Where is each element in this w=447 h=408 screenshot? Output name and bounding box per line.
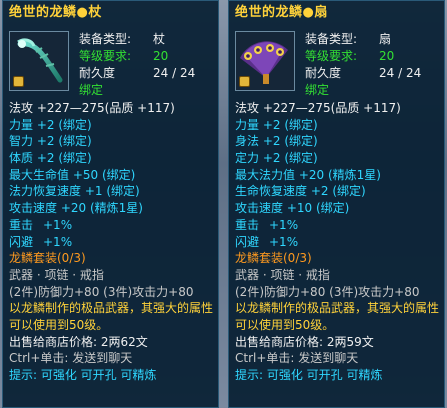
lock-icon <box>13 76 24 87</box>
set-items: 武器 · 项链 · 戒指 <box>235 267 330 282</box>
level-label: 等级要求: <box>79 49 132 63</box>
crit-value: +1% <box>269 217 299 232</box>
dodge-value: +1% <box>43 234 73 249</box>
magic-attack: 法攻 +227—275(品质 +117) <box>235 101 401 115</box>
item-title: 绝世的龙鳞●杖 <box>9 5 102 20</box>
item-title: 绝世的龙鳞●扇 <box>235 5 328 20</box>
type-label: 装备类型: <box>305 32 358 46</box>
stat-line: 体质 +2 (绑定) <box>9 151 92 166</box>
stat-line: 最大生命值 +50 (绑定) <box>9 167 136 182</box>
dodge-label: 闪避 <box>9 234 34 249</box>
level-label: 等级要求: <box>305 49 358 63</box>
bound-status: 绑定 <box>79 83 104 97</box>
item-tooltip-fan: 绝世的龙鳞●扇 装备类型: 扇 等级要求: 20 耐久度 24 / 24 绑定 … <box>228 0 445 408</box>
set-name: 龙鳞套装(0/3) <box>235 251 312 266</box>
durability-value: 24 / 24 <box>379 66 422 80</box>
durability-label: 耐久度 <box>79 66 116 80</box>
lock-icon <box>239 76 250 87</box>
type-value: 扇 <box>379 32 392 46</box>
crit-label: 重击 <box>9 217 34 232</box>
set-name: 龙鳞套装(0/3) <box>9 251 86 266</box>
stat-line: 攻击速度 +10 (绑定) <box>235 201 350 216</box>
stat-line: 法力恢复速度 +1 (绑定) <box>9 184 140 199</box>
ctrl-click-hint: Ctrl+单击: 发送到聊天 <box>235 351 359 366</box>
magic-attack: 法攻 +227—275(品质 +117) <box>9 101 175 115</box>
stat-line: 定力 +2 (绑定) <box>235 151 318 166</box>
item-description: 以龙鳞制作的极品武器，其强大的属性可以使用到50级。 <box>9 301 214 332</box>
stat-line: 生命恢复速度 +2 (绑定) <box>235 184 366 199</box>
level-value: 20 <box>153 49 169 63</box>
durability-label: 耐久度 <box>305 66 342 80</box>
sell-price: 出售给商店价格: 2两59文 <box>235 334 374 349</box>
level-value: 20 <box>379 49 395 63</box>
sell-price: 出售给商店价格: 2两62文 <box>9 334 148 349</box>
ctrl-click-hint: Ctrl+单击: 发送到聊天 <box>9 351 133 366</box>
stat-line: 智力 +2 (绑定) <box>9 134 92 149</box>
fan-item-icon <box>235 31 295 91</box>
bound-status: 绑定 <box>305 83 330 97</box>
item-description: 以龙鳞制作的极品武器，其强大的属性可以使用到50级。 <box>235 301 440 332</box>
tip-line: 提示: 可强化 可开孔 可精炼 <box>235 368 383 383</box>
stat-line: 力量 +2 (绑定) <box>235 117 318 132</box>
tip-line: 提示: 可强化 可开孔 可精炼 <box>9 368 157 383</box>
durability-value: 24 / 24 <box>153 66 196 80</box>
type-label: 装备类型: <box>79 32 132 46</box>
dodge-value: +1% <box>269 234 299 249</box>
dodge-label: 闪避 <box>235 234 260 249</box>
item-tooltip-staff: 绝世的龙鳞●杖 装备类型: 杖 等级要求: 20 耐久度 24 / 24 绑定 … <box>2 0 219 408</box>
set-bonus: (2件)防御力+80 (3件)攻击力+80 <box>9 284 194 299</box>
set-bonus: (2件)防御力+80 (3件)攻击力+80 <box>235 284 420 299</box>
staff-item-icon <box>9 31 69 91</box>
stat-line: 攻击速度 +20 (精炼1星) <box>9 201 143 216</box>
stat-line: 最大法力值 +20 (精炼1星) <box>235 167 381 182</box>
type-value: 杖 <box>153 32 166 46</box>
set-items: 武器 · 项链 · 戒指 <box>9 267 104 282</box>
crit-label: 重击 <box>235 217 260 232</box>
stat-line: 力量 +2 (绑定) <box>9 117 92 132</box>
stat-line: 身法 +2 (绑定) <box>235 134 318 149</box>
crit-value: +1% <box>43 217 73 232</box>
